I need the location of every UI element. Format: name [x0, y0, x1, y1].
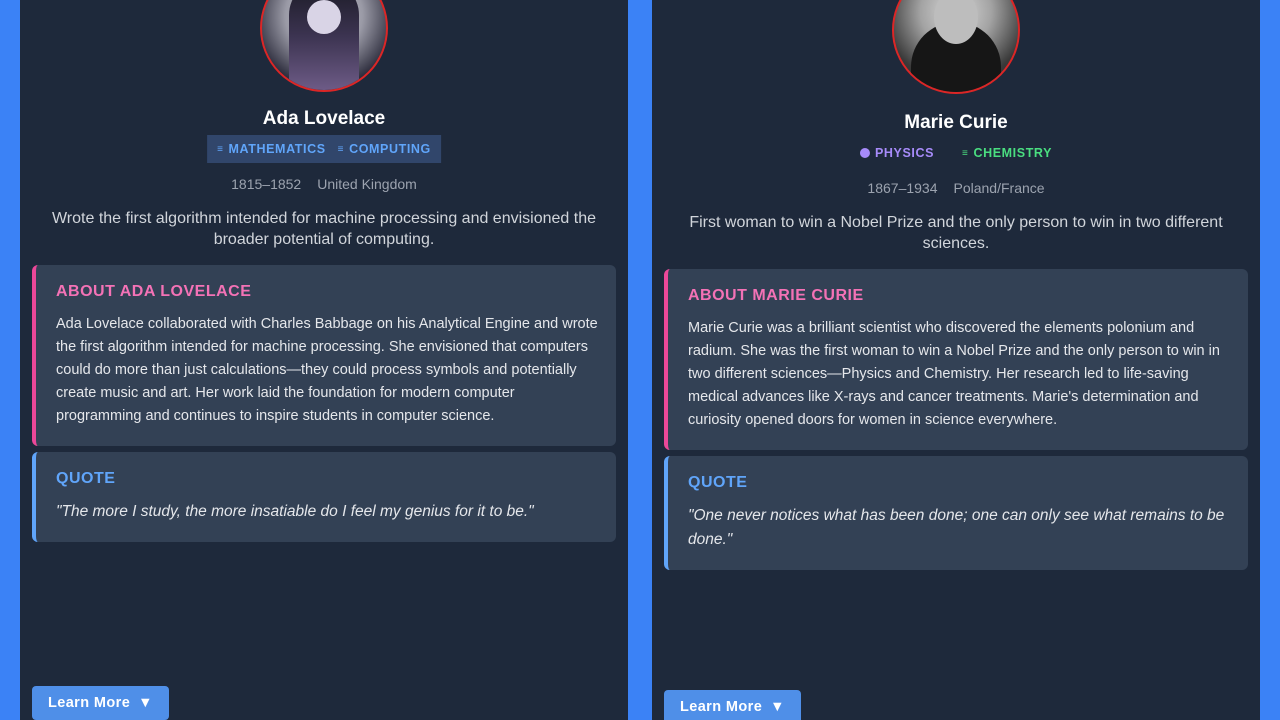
- learn-more-button[interactable]: Learn More ▼: [32, 686, 169, 720]
- portrait-avatar: [260, 0, 388, 92]
- portrait-avatar: [892, 0, 1020, 94]
- tag-label: CHEMISTRY: [973, 146, 1053, 160]
- about-text: Ada Lovelace collaborated with Charles B…: [56, 316, 598, 424]
- field-tags: ≡ MATHEMATICS ≡ COMPUTING: [207, 135, 441, 163]
- circle-icon: [859, 148, 870, 158]
- tag-physics: PHYSICS: [854, 146, 940, 160]
- learn-more-label: Learn More: [48, 695, 131, 711]
- tag-label: PHYSICS: [874, 146, 935, 160]
- chevron-down-icon: ▼: [770, 699, 785, 715]
- quote-title: QUOTE: [688, 474, 748, 491]
- quote-title: QUOTE: [56, 470, 116, 487]
- quote-text: "The more I study, the more insatiable d…: [56, 503, 534, 520]
- about-title: ABOUT MARIE CURIE: [688, 287, 864, 304]
- life-years: 1815–1852: [231, 176, 302, 192]
- scientist-name: Ada Lovelace: [262, 108, 386, 129]
- summary-text: Wrote the first algorithm intended for m…: [51, 210, 596, 248]
- scientist-card-marie-curie: Marie Curie PHYSICS ≡ CHEMISTRY 1867–193…: [652, 0, 1260, 720]
- tag-label: COMPUTING: [349, 142, 431, 156]
- quote-panel: QUOTE "One never notices what has been d…: [664, 456, 1248, 570]
- scientist-card-ada-lovelace: Ada Lovelace ≡ MATHEMATICS ≡ COMPUTING 1…: [20, 0, 628, 720]
- about-panel: ABOUT ADA LOVELACE Ada Lovelace collabor…: [32, 265, 616, 446]
- about-title: ABOUT ADA LOVELACE: [56, 283, 252, 300]
- layers-icon: ≡: [962, 147, 969, 159]
- tag-mathematics: ≡ MATHEMATICS: [211, 142, 332, 156]
- field-tags: PHYSICS ≡ CHEMISTRY: [854, 143, 1058, 163]
- tag-computing: ≡ COMPUTING: [332, 142, 437, 156]
- layers-icon: ≡: [337, 143, 345, 155]
- country: United Kingdom: [317, 176, 417, 192]
- life-meta: 1867–1934 Poland/France: [652, 180, 1260, 196]
- tag-chemistry: ≡ CHEMISTRY: [956, 146, 1058, 160]
- learn-more-button[interactable]: Learn More ▼: [664, 690, 801, 720]
- summary-text: First woman to win a Nobel Prize and the…: [689, 214, 1223, 252]
- about-panel: ABOUT MARIE CURIE Marie Curie was a bril…: [664, 269, 1248, 450]
- portrait-face: [307, 0, 341, 34]
- chevron-down-icon: ▼: [138, 695, 153, 711]
- scientist-name: Marie Curie: [904, 112, 1008, 133]
- life-years: 1867–1934: [867, 180, 938, 196]
- tag-label: MATHEMATICS: [228, 142, 326, 156]
- about-text: Marie Curie was a brilliant scientist wh…: [688, 320, 1220, 428]
- quote-text: "One never notices what has been done; o…: [688, 507, 1225, 548]
- layers-icon: ≡: [217, 143, 224, 155]
- country: Poland/France: [953, 180, 1045, 196]
- life-meta: 1815–1852 United Kingdom: [20, 176, 628, 192]
- quote-panel: QUOTE "The more I study, the more insati…: [32, 452, 616, 542]
- learn-more-label: Learn More: [680, 699, 763, 715]
